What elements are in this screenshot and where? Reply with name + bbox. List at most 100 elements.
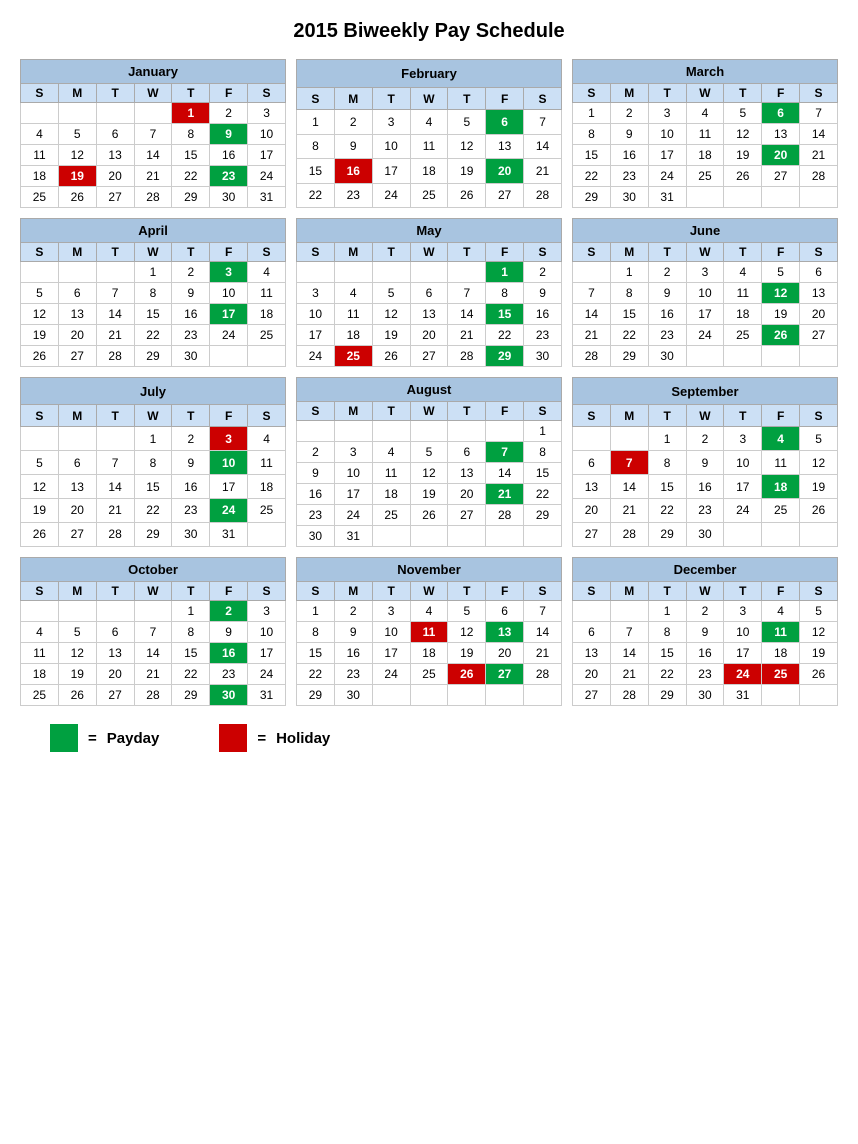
day-header: S: [573, 84, 611, 103]
calendar-cell: 11: [248, 451, 286, 475]
calendar-cell: 23: [210, 166, 248, 187]
calendar-cell: 25: [410, 183, 448, 208]
calendar-cell: 10: [297, 304, 335, 325]
calendar-cell: [410, 526, 448, 547]
month-title-march: March: [573, 60, 838, 84]
calendar-cell: 19: [58, 664, 96, 685]
calendar-cell: 19: [21, 325, 59, 346]
calendar-cell: 30: [648, 346, 686, 367]
calendar-cell: 9: [172, 283, 210, 304]
day-header: M: [610, 243, 648, 262]
day-header: T: [724, 243, 762, 262]
calendar-cell: 7: [96, 451, 134, 475]
calendar-cell: 4: [410, 110, 448, 134]
calendar-cell: 21: [486, 484, 524, 505]
calendar-cell: 31: [648, 187, 686, 208]
day-header: M: [58, 84, 96, 103]
calendar-cell: 29: [573, 187, 611, 208]
calendar-cell: 29: [524, 505, 562, 526]
calendar-cell: 21: [524, 159, 562, 183]
day-header: W: [686, 243, 724, 262]
calendar-cell: 11: [21, 145, 59, 166]
month-august: AugustSMTWTFS123456789101112131415161718…: [296, 377, 562, 547]
calendar-cell: 12: [410, 463, 448, 484]
calendar-cell: 2: [686, 427, 724, 451]
calendar-cell: 18: [334, 325, 372, 346]
calendar-cell: [134, 601, 172, 622]
calendar-cell: 10: [210, 283, 248, 304]
month-title-april: April: [21, 219, 286, 243]
calendar-cell: 13: [58, 304, 96, 325]
day-header: T: [372, 87, 410, 109]
calendar-cell: 3: [686, 262, 724, 283]
calendar-cell: 4: [410, 601, 448, 622]
calendar-cell: 27: [486, 664, 524, 685]
calendar-cell: 11: [724, 283, 762, 304]
calendar-cell: 7: [134, 124, 172, 145]
calendar-cell: 4: [762, 427, 800, 451]
day-header: S: [573, 582, 611, 601]
calendar-cell: 1: [134, 427, 172, 451]
calendar-cell: 23: [524, 325, 562, 346]
calendar-cell: 5: [372, 283, 410, 304]
calendar-cell: 7: [524, 110, 562, 134]
calendar-cell: 20: [573, 498, 611, 522]
calendar-cell: 19: [800, 475, 838, 499]
calendar-cell: 23: [610, 166, 648, 187]
day-header: F: [210, 405, 248, 427]
calendar-cell: 16: [686, 643, 724, 664]
calendar-cell: 17: [210, 304, 248, 325]
calendar-cell: 23: [686, 498, 724, 522]
calendar-cell: 9: [648, 283, 686, 304]
calendar-cell: 16: [210, 643, 248, 664]
calendar-cell: 16: [686, 475, 724, 499]
day-header: S: [573, 243, 611, 262]
calendar-cell: 2: [648, 262, 686, 283]
calendar-cell: 7: [800, 103, 838, 124]
calendar-cell: 30: [210, 685, 248, 706]
calendar-cell: 21: [610, 664, 648, 685]
day-header: T: [96, 84, 134, 103]
calendar-cell: 18: [724, 304, 762, 325]
calendar-cell: [297, 421, 335, 442]
calendar-cell: 12: [762, 283, 800, 304]
calendar-cell: 26: [800, 498, 838, 522]
calendar-cell: 6: [448, 442, 486, 463]
calendar-cell: 9: [334, 622, 372, 643]
calendar-cell: 21: [524, 643, 562, 664]
calendar-cell: 6: [96, 622, 134, 643]
calendar-cell: 8: [486, 283, 524, 304]
calendar-cell: [248, 522, 286, 546]
day-header: M: [610, 405, 648, 427]
calendar-cell: 21: [448, 325, 486, 346]
calendar-cell: [297, 262, 335, 283]
calendar-cell: 6: [800, 262, 838, 283]
calendar-cell: 8: [134, 283, 172, 304]
calendar-cell: 22: [648, 664, 686, 685]
calendar-cell: 24: [210, 325, 248, 346]
calendar-row-2: JulySMTWTFS12345678910111213141516171819…: [20, 377, 838, 547]
calendar-cell: 12: [724, 124, 762, 145]
calendar-cell: 13: [573, 643, 611, 664]
calendar-cell: 3: [372, 110, 410, 134]
calendar-cell: 1: [524, 421, 562, 442]
day-header: M: [334, 402, 372, 421]
calendar-cell: 12: [448, 134, 486, 158]
day-header: M: [58, 405, 96, 427]
calendar-cell: 9: [686, 451, 724, 475]
calendar-cell: [372, 262, 410, 283]
calendar-cell: [762, 685, 800, 706]
calendar-cell: 30: [172, 346, 210, 367]
calendar-cell: 20: [410, 325, 448, 346]
calendar-cell: 25: [372, 505, 410, 526]
calendar-cell: 3: [210, 427, 248, 451]
calendar-cell: 28: [800, 166, 838, 187]
calendar-cell: 28: [448, 346, 486, 367]
calendar-cell: 6: [486, 110, 524, 134]
calendar-cell: 23: [172, 498, 210, 522]
day-header: F: [210, 243, 248, 262]
calendar-cell: 22: [297, 183, 335, 208]
day-header: T: [648, 243, 686, 262]
calendar-cell: 19: [21, 498, 59, 522]
calendar-cell: 2: [334, 601, 372, 622]
